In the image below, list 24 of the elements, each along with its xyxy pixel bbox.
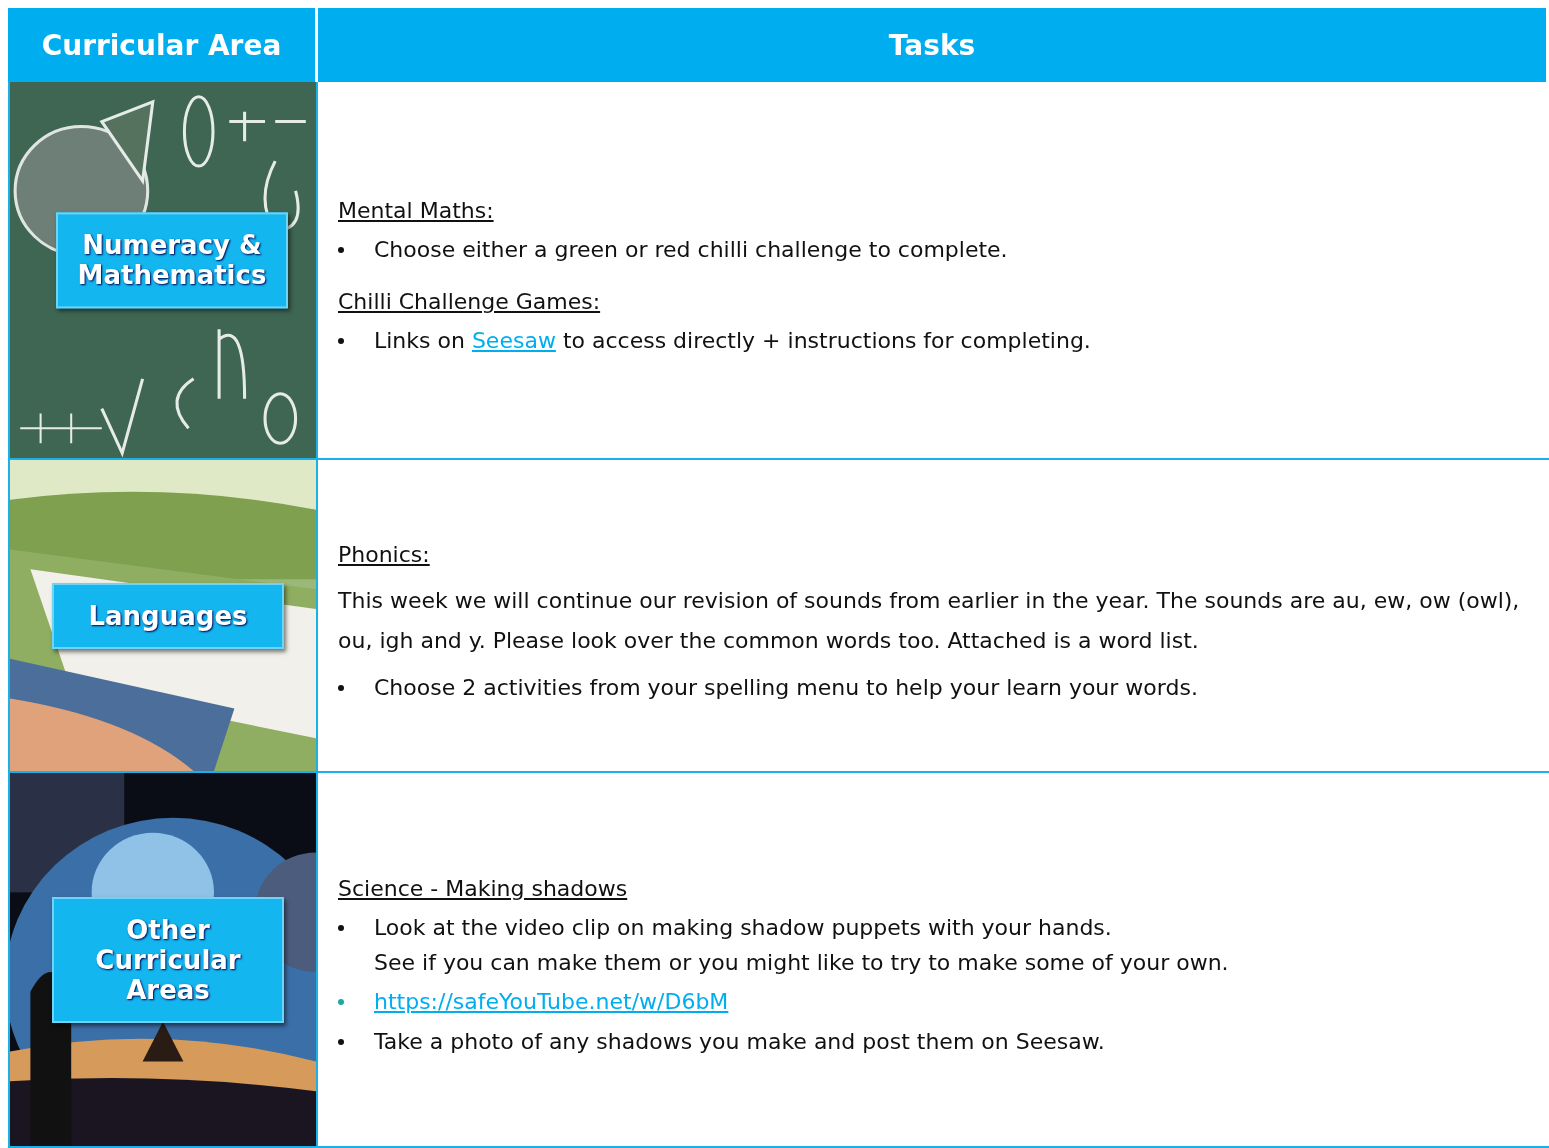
bullet-icon xyxy=(338,685,344,691)
column-header: Tasks xyxy=(318,8,1549,82)
task-paragraph: This week we will continue our revision of sounds from earlier in the year. The sounds are au, ew, ow (owl), ou, igh and y. Please look over the common words too. Attached is a word list. xyxy=(338,586,1521,655)
area-label: Numeracy & Mathematics xyxy=(56,212,288,309)
task-heading: Science - Making shadows xyxy=(338,875,628,901)
area-label: Other Curricular Areas xyxy=(52,896,284,1023)
bullet-icon xyxy=(338,338,344,345)
bullet-icon xyxy=(338,246,344,253)
task-text: Take a photo of any shadows you make and post them on Seesaw. xyxy=(374,1029,1105,1054)
task-heading: Mental Maths: xyxy=(338,197,494,223)
task-text: See if you can make them or you might like to try to make some of your own. xyxy=(374,949,1229,975)
task-text: Links on Seesaw to access directly + instructions for completing. xyxy=(374,328,1091,353)
task-heading: Chilli Challenge Games: xyxy=(338,289,601,314)
video-link[interactable]: https://safeYouTube.net/w/D6bM xyxy=(374,988,729,1014)
seesaw-link[interactable]: Seesaw xyxy=(471,328,556,353)
task-text: Choose either a green or red chilli challenge to complete. xyxy=(374,236,1008,262)
bullet-icon xyxy=(338,924,344,931)
bullet-icon xyxy=(338,1039,344,1046)
area-label: Languages xyxy=(52,582,284,649)
task-text: Look at the video clip on making shadow puppets with your hands. xyxy=(374,914,1112,940)
task-heading: Phonics: xyxy=(338,541,430,567)
task-text: Choose 2 activities from your spelling menu to help your learn your words. xyxy=(374,674,1198,700)
column-header: Curricular Area xyxy=(8,8,318,82)
bullet-icon xyxy=(338,998,344,1005)
